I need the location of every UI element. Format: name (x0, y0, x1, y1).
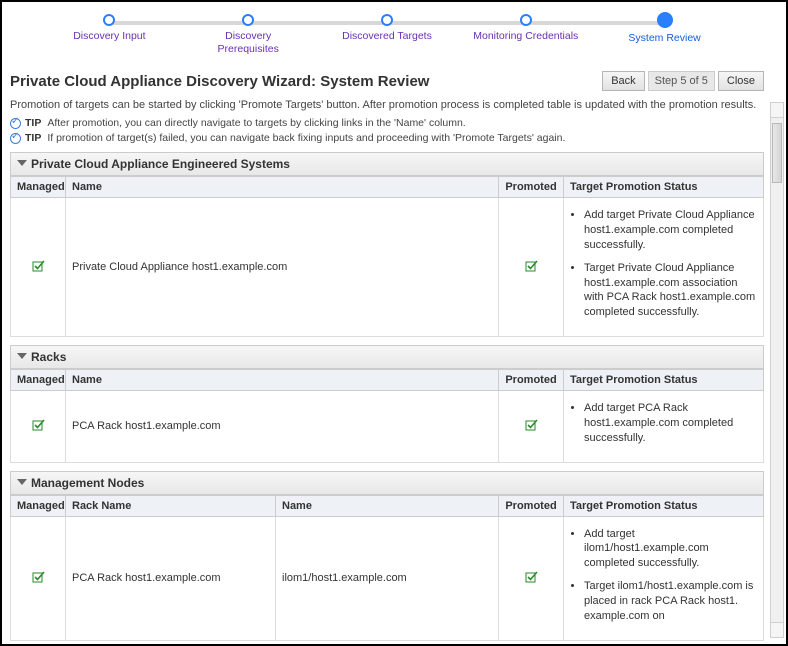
col-status: Target Promotion Status (564, 177, 764, 198)
status-item: Target ilom1/host1.example.com is placed… (584, 579, 757, 624)
step-label: Monitoring Credentials (473, 30, 578, 43)
step-label: Discovered Targets (342, 30, 432, 43)
tip-text: After promotion, you can directly naviga… (47, 117, 465, 129)
col-managed: Managed (11, 495, 66, 516)
wizard-stepper: Discovery Input Discovery Prerequisites … (10, 10, 764, 65)
col-promoted: Promoted (499, 495, 564, 516)
disclosure-triangle-icon (17, 160, 27, 166)
step-circle-icon (520, 14, 532, 26)
managed-check-icon (32, 259, 44, 271)
managed-check-icon (32, 570, 44, 582)
step-label: System Review (628, 32, 700, 45)
tip-label: TIP (25, 132, 41, 144)
section-mgmt-nodes: Management Nodes Managed Rack Name Name … (10, 471, 764, 641)
tip-check-icon (10, 133, 21, 144)
tip-text: If promotion of target(s) failed, you ca… (47, 132, 565, 144)
section-racks: Racks Managed Name Promoted Target Promo… (10, 345, 764, 463)
col-name: Name (276, 495, 499, 516)
section-header-mgmt[interactable]: Management Nodes (10, 471, 764, 495)
section-header-racks[interactable]: Racks (10, 345, 764, 369)
table-row: Private Cloud Appliance host1.example.co… (11, 198, 764, 337)
section-pca: Private Cloud Appliance Engineered Syste… (10, 152, 764, 337)
section-title: Racks (31, 350, 66, 364)
section-title: Private Cloud Appliance Engineered Syste… (31, 157, 290, 171)
header-buttons: Back Step 5 of 5 Close (602, 71, 764, 91)
step-discovery-input[interactable]: Discovery Input (40, 14, 179, 43)
status-item: Target Private Cloud Appliance host1.exa… (584, 261, 757, 320)
step-counter: Step 5 of 5 (648, 71, 715, 91)
managed-check-icon (32, 418, 44, 430)
col-managed: Managed (11, 177, 66, 198)
section-title: Management Nodes (31, 476, 144, 490)
page-title: Private Cloud Appliance Discovery Wizard… (10, 73, 429, 90)
cell-name[interactable]: PCA Rack host1.example.com (66, 391, 499, 463)
cell-status: Add target PCA Rack host1.example.com co… (564, 391, 764, 463)
col-promoted: Promoted (499, 370, 564, 391)
step-monitoring-credentials[interactable]: Monitoring Credentials (456, 14, 595, 43)
cell-status: Add target ilom1/host1.example.com compl… (564, 516, 764, 640)
step-label: Discovery Prerequisites (208, 30, 288, 55)
status-item: Add target PCA Rack host1.example.com co… (584, 401, 757, 446)
col-name: Name (66, 370, 499, 391)
step-circle-icon (657, 12, 673, 28)
racks-table: Managed Name Promoted Target Promotion S… (10, 369, 764, 463)
status-item: Add target ilom1/host1.example.com compl… (584, 527, 757, 572)
step-system-review[interactable]: System Review (595, 14, 734, 45)
cell-rack-name[interactable]: PCA Rack host1.example.com (66, 516, 276, 640)
col-managed: Managed (11, 370, 66, 391)
tip-line: TIP After promotion, you can directly na… (10, 117, 764, 129)
mgmt-table: Managed Rack Name Name Promoted Target P… (10, 495, 764, 641)
col-promoted: Promoted (499, 177, 564, 198)
tip-check-icon (10, 118, 21, 129)
section-header-pca[interactable]: Private Cloud Appliance Engineered Syste… (10, 152, 764, 176)
disclosure-triangle-icon (17, 479, 27, 485)
step-label: Discovery Input (73, 30, 145, 43)
vertical-scrollbar[interactable] (770, 102, 784, 638)
promoted-check-icon (525, 570, 537, 582)
disclosure-triangle-icon (17, 353, 27, 359)
table-row: PCA Rack host1.example.com Add target PC… (11, 391, 764, 463)
col-status: Target Promotion Status (564, 495, 764, 516)
close-button[interactable]: Close (718, 71, 764, 91)
col-name: Name (66, 177, 499, 198)
col-rack-name: Rack Name (66, 495, 276, 516)
promoted-check-icon (525, 259, 537, 271)
cell-name[interactable]: Private Cloud Appliance host1.example.co… (66, 198, 499, 337)
intro-text: Promotion of targets can be started by c… (10, 99, 764, 111)
scrollbar-thumb[interactable] (772, 123, 782, 183)
cell-name[interactable]: ilom1/host1.example.com (276, 516, 499, 640)
pca-table: Managed Name Promoted Target Promotion S… (10, 176, 764, 337)
step-circle-icon (381, 14, 393, 26)
cell-status: Add target Private Cloud Appliance host1… (564, 198, 764, 337)
tip-line: TIP If promotion of target(s) failed, yo… (10, 132, 764, 144)
step-discovered-targets[interactable]: Discovered Targets (318, 14, 457, 43)
promoted-check-icon (525, 418, 537, 430)
back-button[interactable]: Back (602, 71, 644, 91)
tip-label: TIP (25, 117, 41, 129)
table-row: PCA Rack host1.example.com ilom1/host1.e… (11, 516, 764, 640)
status-item: Add target Private Cloud Appliance host1… (584, 208, 757, 253)
col-status: Target Promotion Status (564, 370, 764, 391)
